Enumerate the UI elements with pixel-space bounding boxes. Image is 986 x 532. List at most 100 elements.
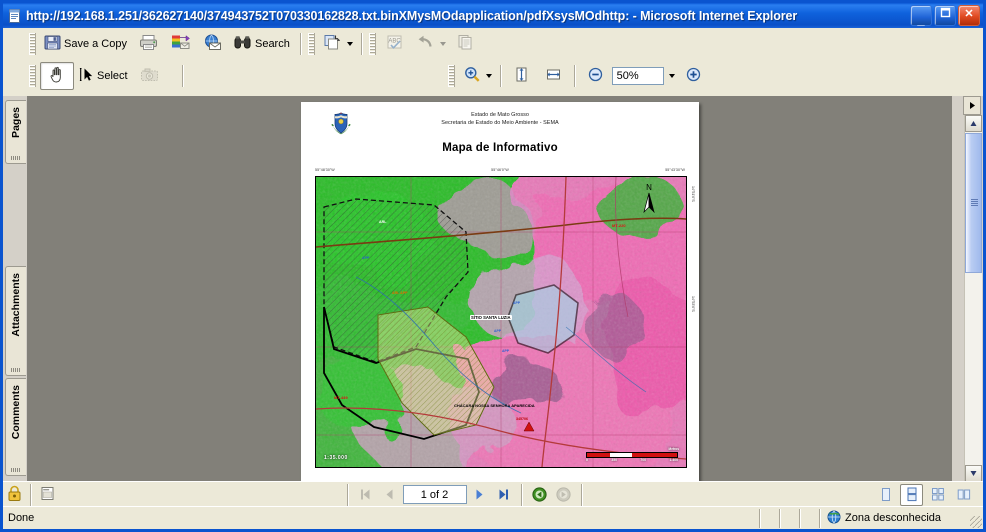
zoom-increase-button[interactable] <box>678 63 710 89</box>
toolbar-grip-2[interactable] <box>307 32 315 55</box>
scroll-up-button[interactable] <box>965 115 982 132</box>
zoom-tool-caret-icon[interactable] <box>485 74 492 78</box>
page-layout-icon[interactable] <box>40 486 55 504</box>
fit-width-button[interactable] <box>538 63 570 89</box>
single-page-view-button[interactable] <box>874 484 897 506</box>
fit-height-icon <box>513 66 530 86</box>
zoom-level-caret-icon[interactable] <box>664 67 678 85</box>
select-label: Select <box>97 70 128 82</box>
map-frame: ARL APP ARL APP MT-220 MT-449 SÍTIO SANT… <box>315 176 687 468</box>
next-view-button[interactable] <box>553 485 575 505</box>
coord-label-west-3: 55°43'30"W <box>665 168 685 172</box>
coord-label-south-2: 14°53'0"S <box>691 296 695 312</box>
toolbar-separator <box>299 32 302 55</box>
coord-label-west-1: 55°48'30"W <box>315 168 335 172</box>
hand-tool-button[interactable] <box>40 62 74 90</box>
scalebar-tick-3: 1.400 <box>669 458 679 462</box>
map-label-chacara: CHÁCARA NOSSA SENHORA APARECIDA <box>454 403 535 408</box>
select-tool-button[interactable]: Select <box>74 63 134 89</box>
copy-page-button[interactable] <box>319 31 357 57</box>
hand-icon <box>48 65 67 87</box>
zoom-separator <box>499 65 502 87</box>
coat-of-arms-icon <box>329 112 353 138</box>
file-toolbar: Save a Copy Search ABC <box>3 28 983 59</box>
undo-caret-icon[interactable] <box>439 41 446 46</box>
expand-pane-button[interactable] <box>963 96 981 115</box>
next-page-button[interactable] <box>469 485 491 505</box>
magnifier-plus-icon <box>463 66 481 86</box>
vertical-scrollbar[interactable] <box>964 115 982 482</box>
scroll-down-button[interactable] <box>965 465 982 482</box>
toolbar-separator-2 <box>360 32 363 55</box>
sidebar-tab-comments[interactable]: Comments <box>5 378 26 476</box>
scrollbar-thumb[interactable] <box>965 133 982 273</box>
document-properties-button[interactable] <box>450 31 482 57</box>
title-bar: http://192.168.1.251/362627140/374943752… <box>3 3 983 28</box>
status-cell-3 <box>800 508 820 528</box>
zoom-separator-2 <box>573 65 576 87</box>
maximize-button[interactable] <box>934 5 956 26</box>
undo-button[interactable] <box>412 31 450 57</box>
page-copy-icon <box>323 34 342 54</box>
first-page-button[interactable] <box>355 485 377 505</box>
search-button[interactable]: Search <box>229 31 296 57</box>
spellcheck-button[interactable]: ABC <box>380 31 412 57</box>
toolbar-grip[interactable] <box>29 32 36 55</box>
scrollbar-thumb-grip-icon <box>971 199 978 207</box>
fit-page-button[interactable] <box>506 63 538 89</box>
minimize-button[interactable]: _ <box>910 5 932 26</box>
tab-grip-icon-2 <box>11 368 21 372</box>
print-button[interactable] <box>133 31 165 57</box>
previous-page-button[interactable] <box>379 485 401 505</box>
lock-icon[interactable] <box>7 485 22 505</box>
close-button[interactable]: ✕ <box>958 5 980 26</box>
scalebar-tick-0: 0 <box>586 458 588 462</box>
facing-view-button[interactable] <box>952 484 975 506</box>
pdf-page: Estado de Mato Grosso Secretaria de Esta… <box>301 102 699 482</box>
document-lines-icon <box>456 34 475 54</box>
map-scale-bar: 0 350 700 1.400 Metros <box>586 447 679 462</box>
minus-circle-icon <box>587 66 604 86</box>
globe-envelope-icon <box>203 34 222 54</box>
page-indicator-label: 1 of 2 <box>420 488 449 501</box>
map-label-app-3: APP <box>494 329 501 333</box>
fit-width-icon <box>545 66 562 86</box>
resize-grip-icon[interactable] <box>970 516 982 528</box>
text-select-icon <box>78 66 94 86</box>
window-title: http://192.168.1.251/362627140/374943752… <box>26 8 798 23</box>
document-header-line2: Secretaria de Estado do Meio Ambiente - … <box>441 119 559 126</box>
zoom-level-value: 50% <box>616 70 639 82</box>
zoom-in-tool-button[interactable] <box>459 63 496 89</box>
view-mode-buttons <box>874 482 983 507</box>
zoom-grip[interactable] <box>447 65 455 87</box>
status-bar: Done Zona desconhecida <box>3 506 983 529</box>
document-viewport[interactable]: Estado de Mato Grosso Secretaria de Esta… <box>27 96 952 482</box>
coord-label-south-1: 14°51'0"S <box>691 186 695 202</box>
window-controls: _ ✕ <box>910 5 980 26</box>
zoom-level-combo[interactable]: 50% <box>611 67 664 85</box>
map-label-app-2: APP <box>513 301 520 305</box>
svg-text:N: N <box>646 183 652 192</box>
continuous-facing-view-button[interactable] <box>926 484 949 506</box>
undo-arrow-icon <box>416 34 435 54</box>
page-number-field[interactable]: 1 of 2 <box>402 485 467 504</box>
last-page-button[interactable] <box>493 485 515 505</box>
save-a-copy-button[interactable]: Save a Copy <box>40 31 133 57</box>
security-zone[interactable]: Zona desconhecida <box>820 508 983 528</box>
previous-view-button[interactable] <box>529 485 551 505</box>
globe-icon <box>827 510 841 527</box>
email-export-button[interactable] <box>165 31 197 57</box>
zoom-out-button[interactable] <box>580 63 612 89</box>
copy-page-caret-icon[interactable] <box>346 41 353 46</box>
map-label-app-1: APP <box>362 256 370 260</box>
toolbar-grip-3[interactable] <box>368 32 376 55</box>
tab-grip-icon-3 <box>11 468 21 472</box>
map-label-parcel-number: 345706 <box>516 417 528 421</box>
continuous-view-button[interactable] <box>900 483 923 506</box>
snapshot-tool-button[interactable] <box>134 63 166 89</box>
sidebar-tab-attachments[interactable]: Attachments <box>5 266 26 376</box>
sidebar-tab-pages[interactable]: Pages <box>5 100 26 164</box>
view-toolbar-grip[interactable] <box>29 65 36 87</box>
right-pane <box>952 96 983 482</box>
email-button[interactable] <box>197 31 229 57</box>
